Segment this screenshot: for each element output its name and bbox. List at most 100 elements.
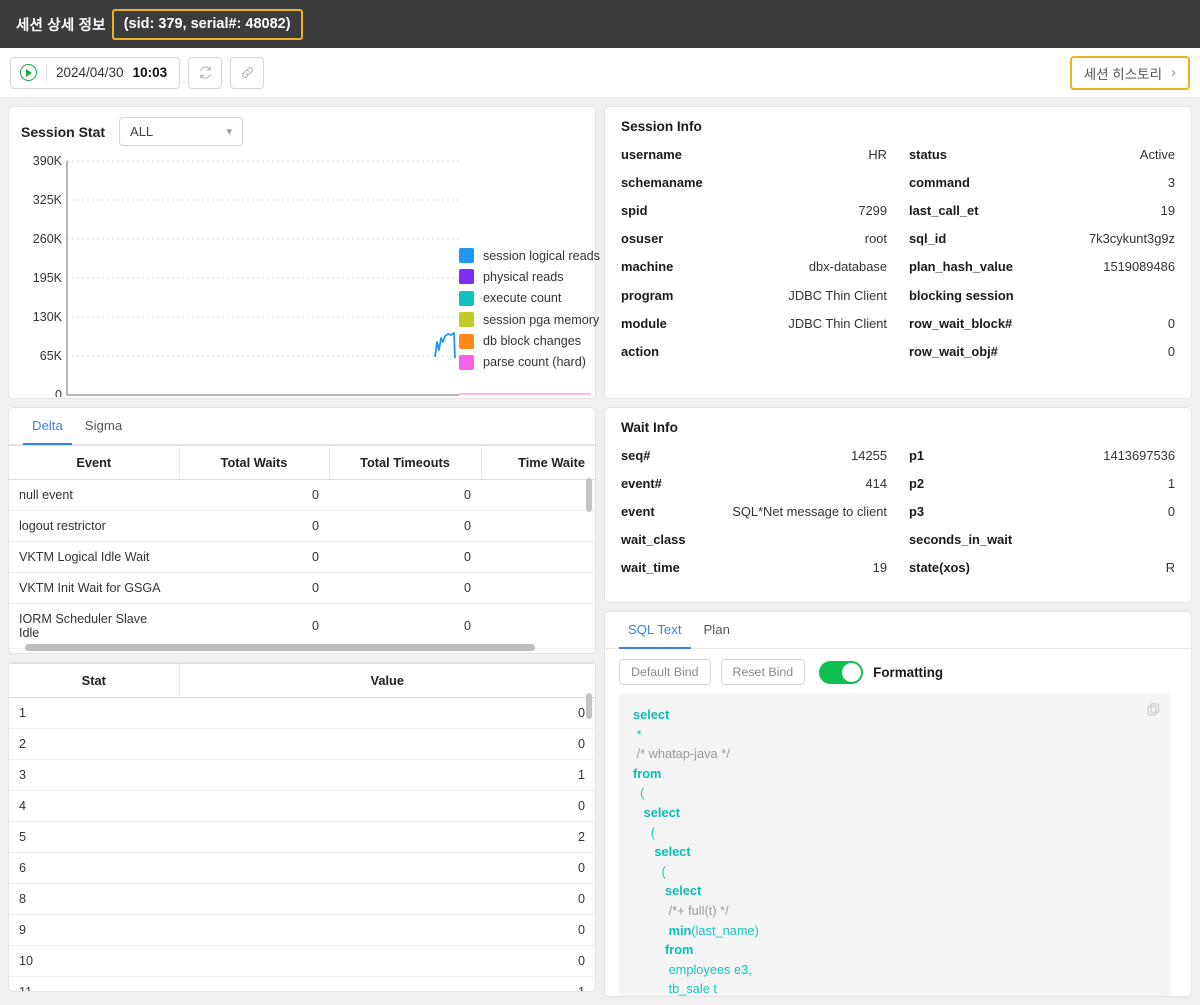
tab-delta[interactable]: Delta	[23, 408, 72, 445]
event-table-scroll[interactable]: Event Total Waits Total Timeouts Time Wa…	[9, 445, 595, 653]
copy-link-button[interactable]	[230, 56, 265, 89]
tab-sql-text[interactable]: SQL Text	[619, 612, 691, 649]
default-bind-button[interactable]: Default Bind	[619, 659, 711, 685]
right-column: Session Info username HR schemaname spid 7…	[604, 106, 1192, 997]
session-stat-chart[interactable]: 390K 325K 260K 195K 130K 65K 0 09:59 10:…	[21, 152, 600, 397]
event-table-header-row: Event Total Waits Total Timeouts Time Wa…	[9, 445, 595, 480]
info-value: 1413697536	[1103, 447, 1175, 463]
event-col-event[interactable]: Event	[9, 445, 180, 480]
svg-text:260K: 260K	[33, 232, 63, 246]
legend-label: execute count	[483, 291, 562, 306]
info-value: 7k3cykunt3g9z	[1089, 231, 1175, 247]
info-key: plan_hash_value	[909, 259, 1013, 275]
event-table-horizontal-scrollbar[interactable]	[25, 644, 535, 651]
sql-code-block[interactable]: select * /* whatap-java */ from ( select…	[619, 693, 1171, 996]
cell-stat: 5	[9, 821, 179, 853]
table-row[interactable]: logout restrictor 0 0	[9, 510, 595, 542]
wait-info-card: Wait Info seq# 14255 event# 414 event SQL*N…	[604, 407, 1192, 603]
legend-item[interactable]: execute count	[459, 290, 600, 306]
table-row[interactable]: 6 0	[9, 852, 595, 884]
table-row[interactable]: 3 1	[9, 759, 595, 791]
cell-value: 1	[179, 976, 595, 991]
cell-stat: 3	[9, 759, 179, 791]
table-row[interactable]: 1 0	[9, 697, 595, 729]
wait-info-grid: seq# 14255 event# 414 event SQL*Net message…	[621, 441, 1175, 582]
table-row[interactable]: 5 2	[9, 821, 595, 853]
cell-value: 1	[179, 759, 595, 791]
sql-line: (	[640, 785, 645, 801]
table-row[interactable]: IORM Scheduler Slave Idle 0 0	[9, 603, 595, 649]
legend-item[interactable]: session pga memory	[459, 312, 600, 328]
stat-table-body: 1 0 2 0 3 1 4 0 5 2 6 0 8 0 9 0 10 0	[9, 697, 595, 991]
tab-sigma[interactable]: Sigma	[76, 408, 131, 445]
cell-timewaited	[481, 603, 595, 649]
sql-line: from	[633, 765, 662, 781]
table-row[interactable]: VKTM Logical Idle Wait 0 0	[9, 541, 595, 573]
event-col-timeouts[interactable]: Total Timeouts	[329, 445, 482, 480]
info-key: event#	[621, 475, 662, 491]
event-col-waits[interactable]: Total Waits	[179, 445, 330, 480]
legend-swatch	[459, 248, 474, 263]
event-col-timewaited[interactable]: Time Waite	[481, 445, 595, 480]
legend-item[interactable]: db block changes	[459, 333, 600, 349]
session-stat-filter-select[interactable]: ALL ▾	[119, 117, 244, 146]
cell-event: logout restrictor	[9, 510, 179, 542]
table-row[interactable]: 9 0	[9, 914, 595, 946]
info-row: program JDBC Thin Client	[621, 281, 887, 309]
sql-line: employees e3,	[668, 961, 752, 977]
table-row[interactable]: 11 1	[9, 976, 595, 991]
table-row[interactable]: VKTM Init Wait for GSGA 0 0	[9, 572, 595, 604]
info-key: event	[621, 503, 655, 519]
legend-item[interactable]: physical reads	[459, 269, 600, 285]
stat-col-value[interactable]: Value	[179, 663, 595, 698]
table-row[interactable]: 8 0	[9, 883, 595, 915]
info-key: seconds_in_wait	[909, 532, 1013, 548]
info-row: plan_hash_value 1519089486	[909, 253, 1175, 281]
table-row[interactable]: null event 0 0	[9, 479, 595, 511]
info-value: 19	[1160, 202, 1175, 218]
reset-bind-button[interactable]: Reset Bind	[720, 659, 806, 685]
svg-text:65K: 65K	[40, 349, 63, 363]
tab-plan[interactable]: Plan	[695, 612, 739, 649]
table-row[interactable]: 10 0	[9, 945, 595, 977]
table-row[interactable]: 2 0	[9, 728, 595, 760]
wait-info-title: Wait Info	[621, 420, 678, 435]
info-value: SQL*Net message to client	[732, 503, 887, 519]
formatting-toggle[interactable]	[819, 660, 864, 684]
info-key: sql_id	[909, 231, 947, 247]
cell-timewaited	[481, 572, 595, 604]
cell-value: 0	[179, 790, 595, 822]
time-range-button[interactable]: 2024/04/30 10:03	[10, 56, 181, 89]
sql-line: /* whatap-java */	[636, 746, 730, 762]
table-row[interactable]: 4 0	[9, 790, 595, 822]
info-key: username	[621, 146, 682, 162]
stat-col-stat[interactable]: Stat	[9, 663, 180, 698]
copy-icon[interactable]	[1146, 702, 1161, 717]
sql-text-card: SQL Text Plan Default Bind Reset Bind Fo…	[604, 611, 1192, 997]
info-value: root	[864, 231, 887, 247]
event-table-vertical-scrollbar[interactable]	[586, 478, 592, 512]
stat-table-scroll[interactable]: Stat Value 1 0 2 0 3 1 4 0 5 2 6 0 8 0 9…	[9, 663, 595, 991]
stat-table-vertical-scrollbar[interactable]	[586, 693, 592, 719]
info-value: JDBC Thin Client	[788, 287, 887, 303]
cell-stat: 4	[9, 790, 179, 822]
session-history-button[interactable]: 세션 히스토리 ›	[1069, 55, 1190, 90]
refresh-button[interactable]	[188, 56, 223, 89]
session-stat-header: Session Stat ALL ▾	[21, 117, 583, 146]
info-value: 14255	[851, 447, 887, 463]
info-row: seconds_in_wait	[909, 526, 1175, 554]
legend-item[interactable]: parse count (hard)	[459, 354, 600, 370]
cell-waits: 0	[179, 510, 329, 542]
info-value: 3	[1167, 174, 1175, 190]
cell-event: null event	[9, 479, 179, 511]
info-value: R	[1165, 560, 1175, 576]
page-title: 세션 상세 정보	[16, 17, 106, 34]
cell-waits: 0	[179, 572, 329, 604]
info-key: status	[909, 146, 947, 162]
legend-item[interactable]: session logical reads	[459, 248, 600, 263]
stat-table-header-row: Stat Value	[9, 663, 595, 698]
info-row: action	[621, 337, 887, 365]
info-row: osuser root	[621, 225, 887, 253]
sql-line: min(last_name)	[668, 922, 759, 938]
sql-line: select	[643, 804, 680, 820]
